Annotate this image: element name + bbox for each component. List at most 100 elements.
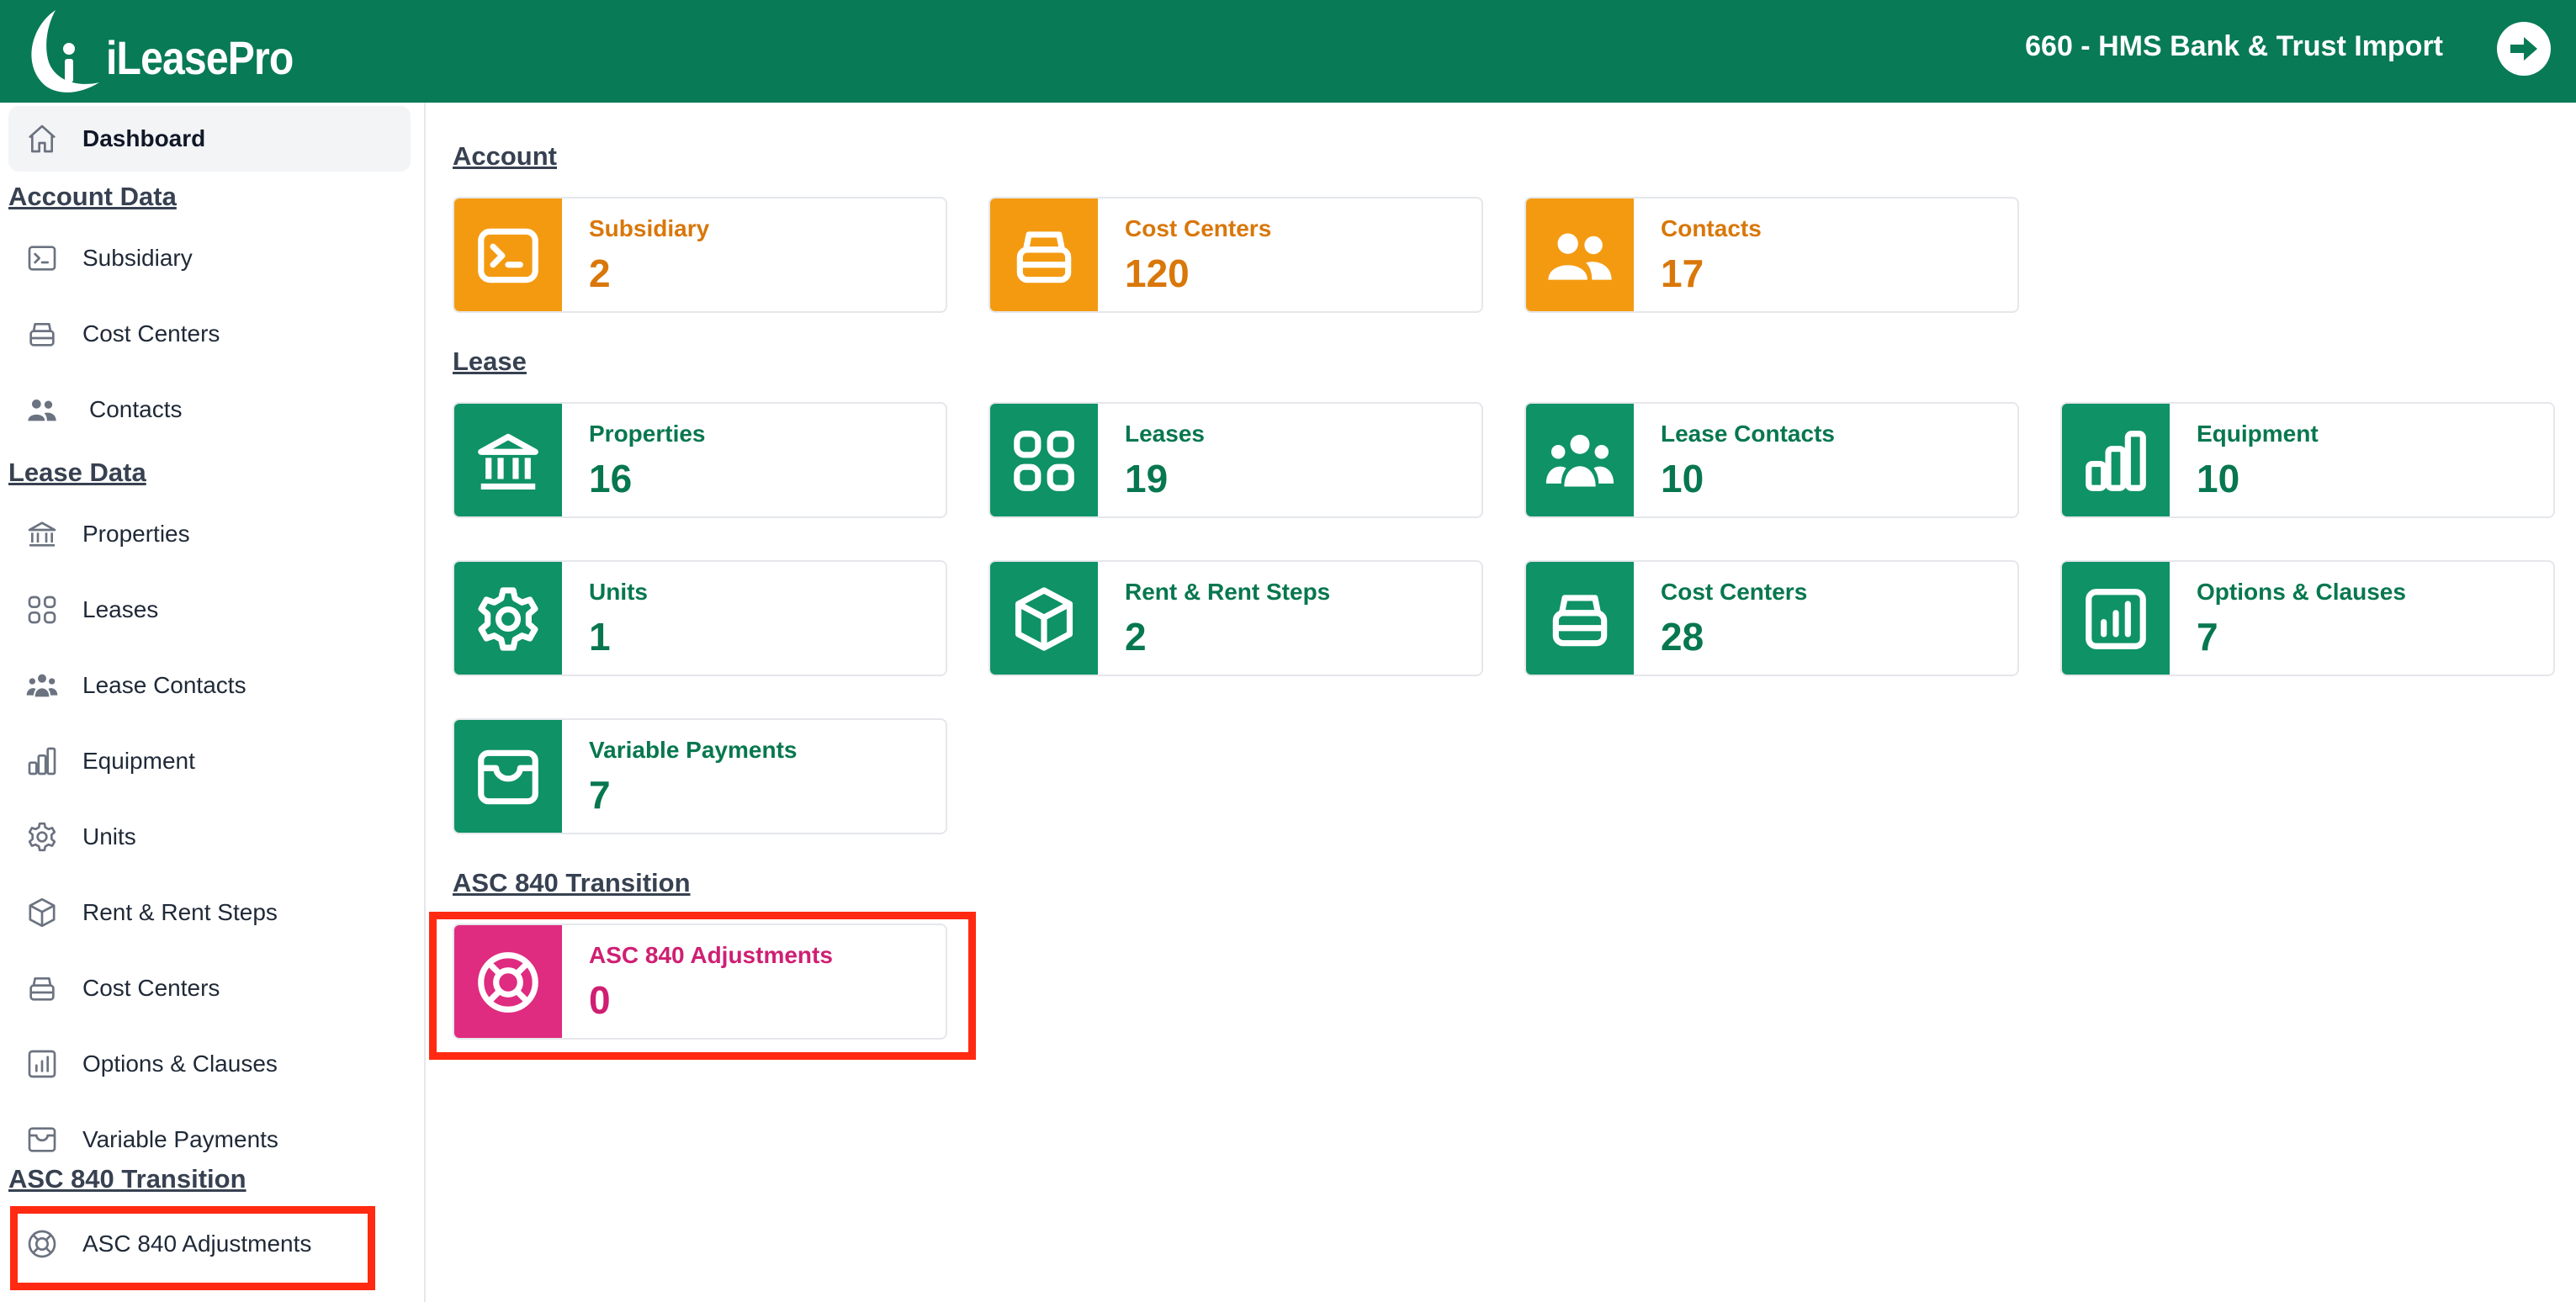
inbox-icon — [454, 720, 562, 833]
card-title: Variable Payments — [589, 737, 798, 763]
card-title: Contacts — [1661, 215, 1762, 241]
chart-square-icon — [24, 1045, 61, 1082]
card-count: 16 — [589, 457, 633, 500]
card-rent-steps[interactable]: Rent & Rent Steps 2 — [989, 560, 1483, 676]
card-title: Leases — [1125, 421, 1205, 447]
card-count: 2 — [1125, 615, 1147, 659]
sidebar-item-label: Options & Clauses — [82, 1051, 278, 1077]
logo-swoosh-icon — [31, 10, 100, 93]
chart-square-icon — [2062, 562, 2170, 675]
card-count: 1 — [589, 615, 611, 659]
card-count: 7 — [589, 773, 611, 817]
card-count: 10 — [1661, 457, 1704, 500]
cube-icon — [990, 562, 1098, 675]
cube-icon — [24, 894, 61, 931]
arrow-right-circle-icon — [2510, 37, 2537, 61]
sidebar-item-units[interactable]: Units — [8, 804, 411, 870]
sidebar-item-cost-centers-lease[interactable]: Cost Centers — [8, 955, 411, 1021]
sidebar-item-label: Dashboard — [82, 125, 206, 151]
card-title: Options & Clauses — [2197, 579, 2406, 605]
bank-icon — [24, 516, 61, 553]
bank-icon — [454, 404, 562, 516]
sidebar-heading-account-data[interactable]: Account Data — [8, 182, 177, 212]
sidebar-item-label: Contacts — [89, 396, 183, 422]
sidebar-item-cost-centers[interactable]: Cost Centers — [8, 301, 411, 367]
sidebar-item-label: Cost Centers — [82, 320, 220, 347]
sidebar-item-variable-payments[interactable]: Variable Payments — [8, 1107, 411, 1172]
highlight-box-card — [429, 912, 976, 1060]
card-cost-centers[interactable]: Cost Centers 120 — [989, 197, 1483, 313]
dashboard-main: Account Subsidiary 2 Cost Centers 120 Co… — [426, 103, 2576, 1302]
sidebar: Dashboard Account Data Subsidiary Cost C… — [0, 103, 426, 1302]
users-icon — [24, 391, 61, 428]
sidebar-item-properties[interactable]: Properties — [8, 501, 411, 567]
organization-name: 660 - HMS Bank & Trust Import — [2025, 30, 2443, 62]
sidebar-item-label: Lease Contacts — [82, 672, 246, 698]
sidebar-item-contacts[interactable]: Contacts — [8, 377, 411, 442]
card-options-clauses[interactable]: Options & Clauses 7 — [2060, 560, 2555, 676]
card-properties[interactable]: Properties 16 — [453, 402, 947, 518]
sidebar-item-dashboard[interactable]: Dashboard — [8, 106, 411, 172]
card-cost-centers-lease[interactable]: Cost Centers 28 — [1524, 560, 2019, 676]
stack-icon — [24, 315, 61, 352]
logout-button[interactable] — [2497, 22, 2551, 76]
section-heading-asc-transition[interactable]: ASC 840 Transition — [453, 868, 691, 898]
sidebar-item-label: Cost Centers — [82, 975, 220, 1001]
highlight-box-sidebar — [10, 1206, 375, 1290]
sidebar-item-rent-steps[interactable]: Rent & Rent Steps — [8, 880, 411, 945]
card-units[interactable]: Units 1 — [453, 560, 947, 676]
sidebar-heading-asc-transition[interactable]: ASC 840 Transition — [8, 1164, 246, 1194]
stack-icon — [1526, 562, 1634, 675]
stack-icon — [24, 970, 61, 1007]
brand-name: iLeasePro — [106, 31, 294, 84]
card-title: Subsidiary — [589, 215, 710, 241]
card-count: 120 — [1125, 251, 1190, 295]
card-title: Cost Centers — [1661, 579, 1808, 605]
card-equipment[interactable]: Equipment 10 — [2060, 402, 2555, 518]
sidebar-item-lease-contacts[interactable]: Lease Contacts — [8, 653, 411, 718]
sidebar-item-label: Leases — [82, 596, 159, 622]
ileasepro-logo[interactable]: iLeasePro — [22, 7, 294, 98]
section-heading-lease[interactable]: Lease — [453, 347, 527, 377]
stack-icon — [990, 198, 1098, 311]
sidebar-item-label: Subsidiary — [82, 245, 193, 271]
card-title: Equipment — [2197, 421, 2319, 447]
card-title: Properties — [589, 421, 706, 447]
section-heading-account[interactable]: Account — [453, 141, 557, 172]
card-leases[interactable]: Leases 19 — [989, 402, 1483, 518]
bar-chart-icon — [24, 743, 61, 780]
home-icon — [24, 120, 61, 157]
gear-icon — [24, 818, 61, 855]
card-contacts[interactable]: Contacts 17 — [1524, 197, 2019, 313]
sidebar-heading-lease-data[interactable]: Lease Data — [8, 458, 146, 488]
grid-icon — [24, 591, 61, 628]
card-title: Rent & Rent Steps — [1125, 579, 1331, 605]
user-group-icon — [1526, 404, 1634, 516]
sidebar-item-leases[interactable]: Leases — [8, 577, 411, 643]
card-subsidiary[interactable]: Subsidiary 2 — [453, 197, 947, 313]
users-icon — [1526, 198, 1634, 311]
user-group-icon — [24, 667, 61, 704]
card-lease-contacts[interactable]: Lease Contacts 10 — [1524, 402, 2019, 518]
sidebar-item-options-clauses[interactable]: Options & Clauses — [8, 1031, 411, 1097]
card-count: 7 — [2197, 615, 2218, 659]
sidebar-item-label: Rent & Rent Steps — [82, 899, 278, 925]
sidebar-item-equipment[interactable]: Equipment — [8, 728, 411, 794]
sidebar-item-label: Units — [82, 823, 136, 849]
card-title: Lease Contacts — [1661, 421, 1835, 447]
card-count: 17 — [1661, 251, 1704, 295]
card-variable-payments[interactable]: Variable Payments 7 — [453, 718, 947, 834]
card-count: 19 — [1125, 457, 1169, 500]
bar-chart-icon — [2062, 404, 2170, 516]
grid-icon — [990, 404, 1098, 516]
card-count: 2 — [589, 251, 611, 295]
card-count: 28 — [1661, 615, 1704, 659]
card-title: Units — [589, 579, 648, 605]
sidebar-item-subsidiary[interactable]: Subsidiary — [8, 225, 411, 291]
card-title: Cost Centers — [1125, 215, 1272, 241]
terminal-icon — [454, 198, 562, 311]
inbox-icon — [24, 1121, 61, 1158]
top-header: iLeasePro 660 - HMS Bank & Trust Import — [0, 0, 2576, 103]
sidebar-item-label: Equipment — [82, 748, 195, 774]
sidebar-item-label: Variable Payments — [82, 1126, 278, 1152]
